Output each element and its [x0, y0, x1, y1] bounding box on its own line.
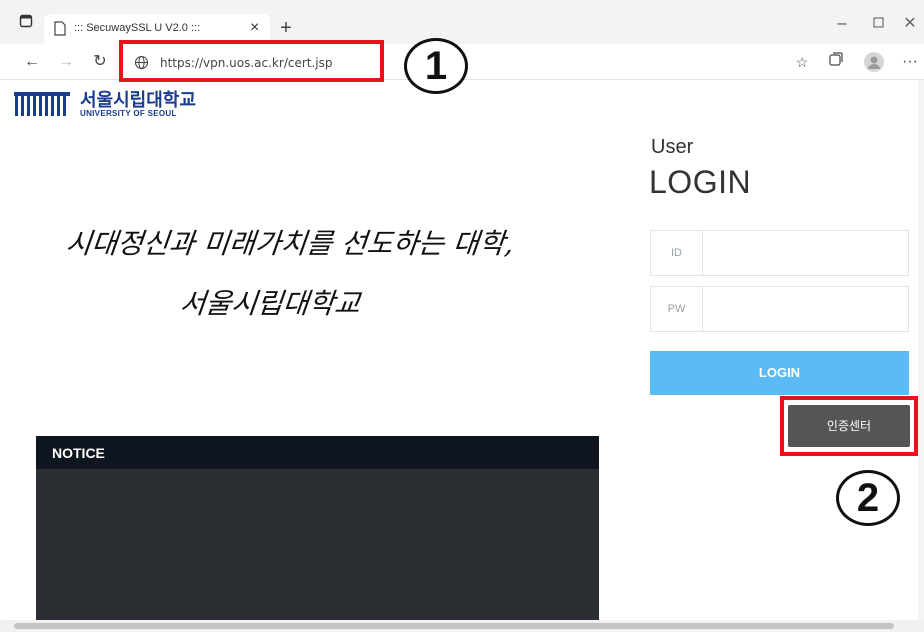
logo-mark-icon: [14, 92, 70, 116]
university-logo[interactable]: 서울시립대학교 UNIVERSITY OF SEOUL: [14, 88, 224, 124]
step-marker-1: 1: [404, 38, 468, 94]
refresh-icon[interactable]: ↻: [90, 52, 110, 72]
back-icon[interactable]: ←: [22, 52, 42, 72]
notice-header: NOTICE: [36, 436, 599, 469]
vertical-scrollbar[interactable]: [918, 80, 924, 620]
pw-label: PW: [651, 287, 703, 331]
password-field[interactable]: PW: [650, 286, 909, 332]
page-icon: [54, 21, 66, 41]
minimize-icon[interactable]: –: [832, 14, 852, 34]
favorites-icon[interactable]: ☆: [792, 52, 812, 72]
window-close-icon[interactable]: ✕: [900, 14, 920, 34]
login-button[interactable]: LOGIN: [650, 351, 909, 395]
step-marker-2: 2: [836, 470, 900, 526]
notice-panel: NOTICE: [36, 436, 599, 632]
id-field[interactable]: ID: [650, 230, 909, 276]
browser-tab-bar: ::: SecuwaySSL U V2.0 ::: × + – ✕: [0, 0, 924, 44]
plus-icon[interactable]: +: [276, 18, 296, 38]
cert-center-button[interactable]: 인증센터: [788, 405, 910, 447]
id-label: ID: [651, 231, 703, 275]
tab-actions-icon[interactable]: [16, 14, 36, 34]
forward-icon[interactable]: →: [56, 52, 76, 72]
horizontal-scrollbar[interactable]: [0, 620, 924, 632]
close-icon[interactable]: ×: [250, 19, 259, 37]
university-name-en: UNIVERSITY OF SEOUL: [80, 109, 177, 118]
profile-icon[interactable]: [864, 52, 884, 72]
tab-title: ::: SecuwaySSL U V2.0 :::: [74, 22, 201, 34]
notice-title: NOTICE: [52, 445, 105, 461]
scrollbar-thumb[interactable]: [14, 623, 894, 629]
collections-icon[interactable]: [826, 52, 846, 72]
maximize-icon[interactable]: [868, 14, 888, 34]
url-highlight-box: [119, 40, 384, 82]
slogan-line-2: 서울시립대학교: [178, 287, 362, 320]
slogan-line-1: 시대정신과 미래가치를 선도하는 대학,: [64, 227, 516, 260]
user-label: User: [651, 136, 694, 158]
more-icon[interactable]: ···: [900, 52, 920, 72]
login-title: LOGIN: [649, 164, 752, 200]
